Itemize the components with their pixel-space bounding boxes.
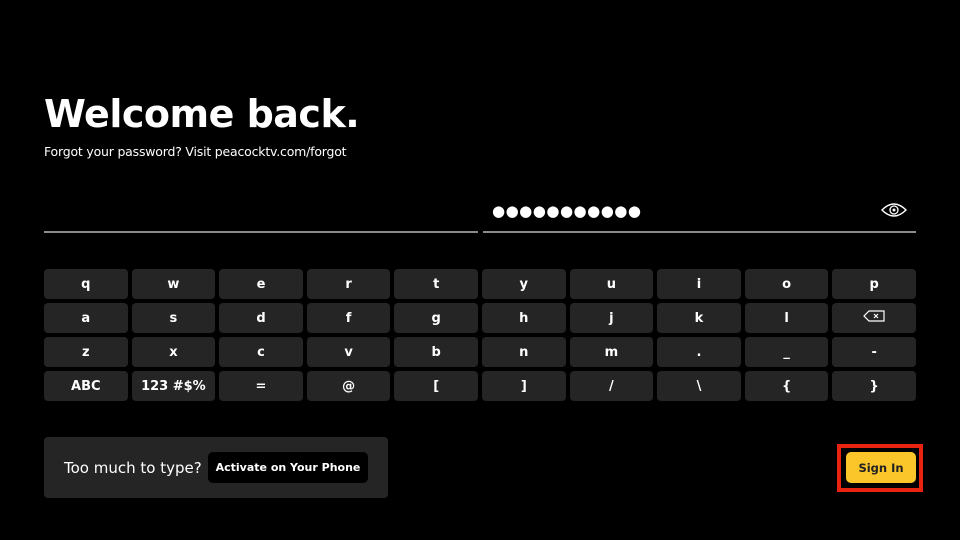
key[interactable]: ABC — [44, 371, 128, 401]
key[interactable]: r — [306, 269, 391, 299]
onscreen-keyboard: q w e r t y u i o p a s d f g h j k l z x c v b n m. _ - ABC 123 #$% =… — [44, 269, 916, 401]
forgot-password-hint: Forgot your password? Visit peacocktv.co… — [44, 144, 347, 159]
backspace-icon — [863, 310, 885, 326]
key[interactable]: b — [394, 337, 478, 367]
key[interactable]: i — [657, 269, 741, 299]
key[interactable]: _ — [744, 337, 829, 367]
key[interactable]: k — [657, 303, 741, 333]
key[interactable]: q — [44, 269, 128, 299]
key[interactable]: { — [744, 371, 829, 401]
activate-phone-panel: Too much to type? Activate on Your Phone — [44, 437, 388, 498]
key[interactable]: ] — [481, 371, 566, 401]
eye-icon[interactable] — [881, 202, 907, 218]
password-field[interactable]: ●●●●●●●●●●● — [483, 196, 916, 233]
key[interactable]: = — [219, 371, 303, 401]
key-backspace[interactable] — [832, 303, 916, 333]
key[interactable]: / — [569, 371, 654, 401]
key[interactable]: d — [219, 303, 303, 333]
key[interactable]: l — [744, 303, 829, 333]
username-field[interactable] — [44, 196, 478, 233]
page-title: Welcome back. — [44, 92, 360, 136]
key[interactable]: x — [131, 337, 216, 367]
key[interactable]: . — [657, 337, 741, 367]
key[interactable]: g — [394, 303, 478, 333]
key[interactable]: 123 #$% — [131, 371, 216, 401]
too-much-to-type-label: Too much to type? — [64, 459, 202, 477]
key[interactable]: c — [219, 337, 303, 367]
key[interactable]: - — [832, 337, 916, 367]
key[interactable]: p — [832, 269, 916, 299]
key[interactable]: a — [44, 303, 128, 333]
key[interactable]: @ — [306, 371, 391, 401]
key[interactable]: w — [131, 269, 216, 299]
key[interactable]: \ — [657, 371, 741, 401]
sign-in-button[interactable]: Sign In — [846, 452, 916, 483]
key[interactable]: z — [44, 337, 128, 367]
key[interactable]: v — [306, 337, 391, 367]
key[interactable]: } — [832, 371, 916, 401]
key[interactable]: h — [481, 303, 566, 333]
password-value: ●●●●●●●●●●● — [492, 202, 642, 220]
key[interactable]: t — [394, 269, 478, 299]
key[interactable]: m — [569, 337, 654, 367]
key[interactable]: y — [481, 269, 566, 299]
key[interactable]: s — [131, 303, 216, 333]
key[interactable]: j — [569, 303, 654, 333]
key[interactable]: n — [481, 337, 566, 367]
key[interactable]: o — [744, 269, 829, 299]
key[interactable]: f — [306, 303, 391, 333]
activate-on-phone-button[interactable]: Activate on Your Phone — [208, 452, 368, 483]
key[interactable]: e — [219, 269, 303, 299]
key[interactable]: [ — [394, 371, 478, 401]
key[interactable]: u — [569, 269, 654, 299]
